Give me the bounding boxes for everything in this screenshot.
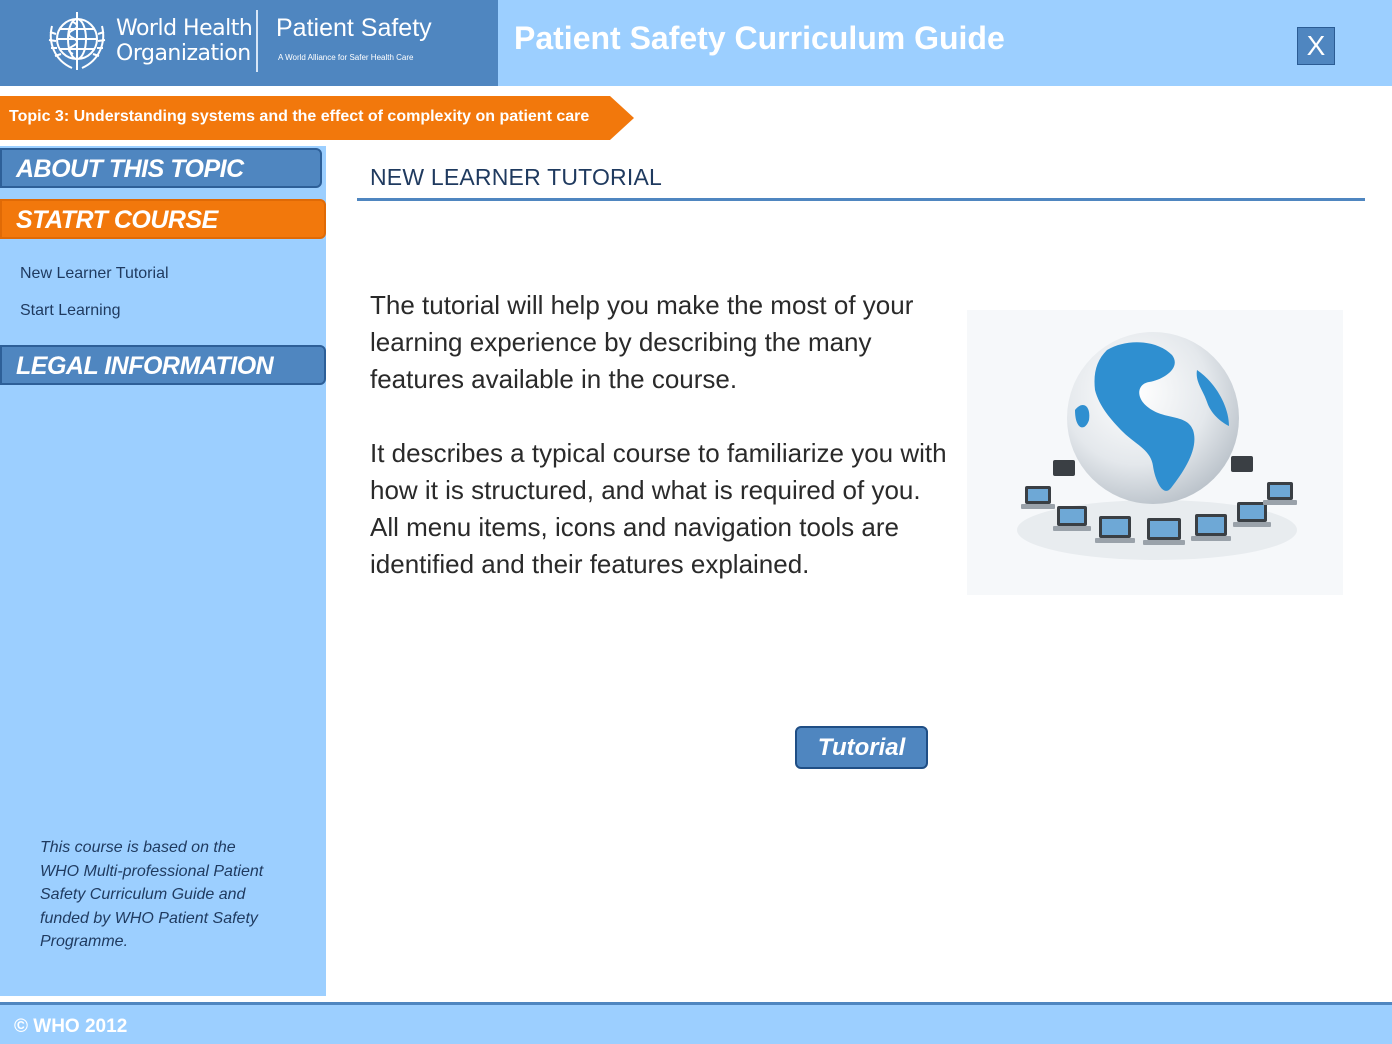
app-title: Patient Safety Curriculum Guide <box>514 20 1005 56</box>
globe-network-icon <box>967 310 1343 595</box>
patient-safety-title: Patient Safety <box>276 14 432 42</box>
legal-information-button[interactable]: LEGAL INFORMATION <box>0 345 326 385</box>
tutorial-button[interactable]: Tutorial <box>795 726 928 769</box>
intro-paragraph: The tutorial will help you make the most… <box>370 290 914 394</box>
patient-safety-subtitle: A World Alliance for Safer Health Care <box>278 53 414 62</box>
sidebar-link-start-learning[interactable]: Start Learning <box>20 302 121 320</box>
app-footer: © WHO 2012 <box>0 1002 1392 1044</box>
who-name-line1: World Health <box>116 16 253 41</box>
about-this-topic-button[interactable]: ABOUT THIS TOPIC <box>0 148 322 188</box>
heading-divider <box>357 198 1365 201</box>
close-icon: X <box>1306 30 1326 61</box>
sidebar-link-new-learner-tutorial[interactable]: New Learner Tutorial <box>20 265 169 283</box>
page-title: NEW LEARNER TUTORIAL <box>370 164 662 190</box>
close-button[interactable]: X <box>1297 27 1335 65</box>
topic-banner-arrow <box>610 96 634 140</box>
app-header: World Health Organization Patient Safety… <box>0 0 1392 86</box>
description-paragraph: It describes a typical course to familia… <box>370 438 947 579</box>
sidebar: ABOUT THIS TOPIC STATRT COURSE New Learn… <box>0 146 326 996</box>
copyright-text: © WHO 2012 <box>14 1016 128 1037</box>
who-emblem-icon <box>48 12 106 70</box>
topic-title: Topic 3: Understanding systems and the e… <box>9 108 590 125</box>
who-wordmark: World Health Organization <box>116 16 253 66</box>
who-name-line2: Organization <box>116 41 251 66</box>
logo-divider <box>256 10 258 72</box>
who-logo-block: World Health Organization Patient Safety… <box>0 0 498 86</box>
course-funding-note: This course is based on the WHO Multi-pr… <box>40 839 264 950</box>
start-course-button[interactable]: STATRT COURSE <box>0 199 326 239</box>
